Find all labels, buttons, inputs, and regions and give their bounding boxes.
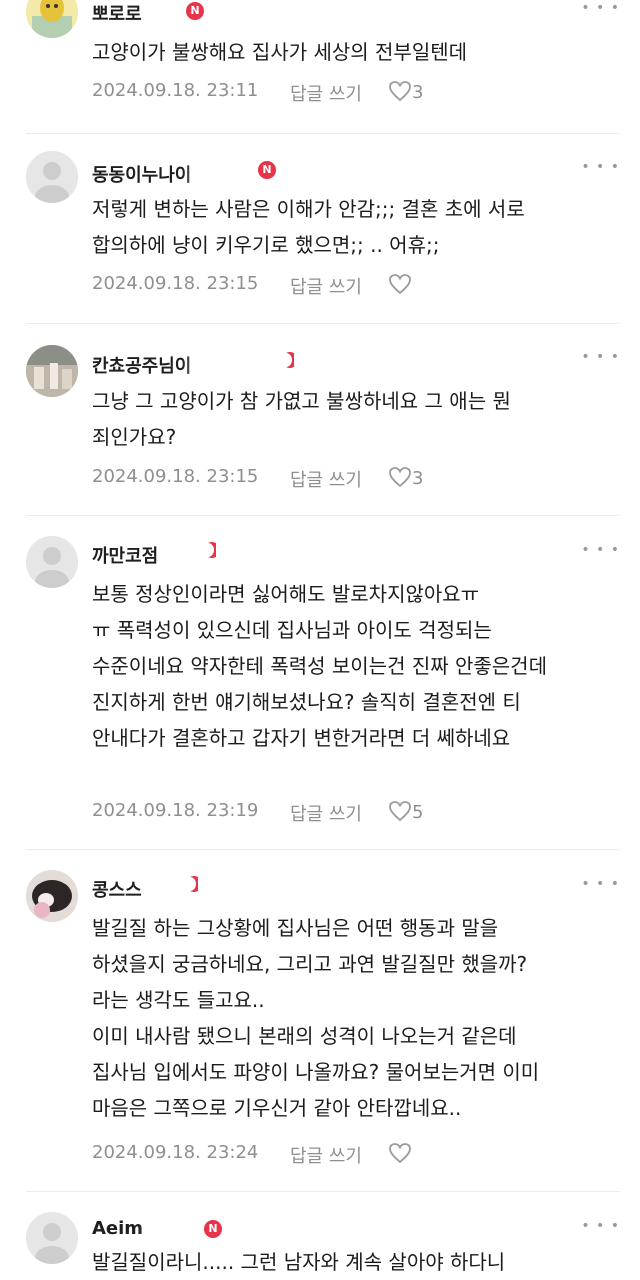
- comment-item: 동동이누나이 N • • • 저렇게 변하는 사람은 이해가 안감;;; 결혼 …: [0, 135, 640, 325]
- reply-button[interactable]: 답글 쓰기: [290, 466, 362, 492]
- nickname[interactable]: 콩스스: [92, 876, 142, 902]
- new-badge-icon: N: [258, 161, 276, 179]
- comment-meta: 2024.09.18. 23:11 답글 쓰기 3: [92, 80, 423, 105]
- comment-date: 2024.09.18. 23:24: [92, 1142, 259, 1163]
- default-avatar-icon: [26, 1212, 78, 1264]
- nickname-blur: [138, 1218, 198, 1240]
- comment-text: 저렇게 변하는 사람은 이해가 안감;;; 결혼 초에 서로 합의하에 냥이 키…: [92, 197, 525, 257]
- heart-outline-icon: [389, 1143, 411, 1164]
- comment-date: 2024.09.18. 23:15: [92, 466, 259, 487]
- avatar[interactable]: [26, 1212, 78, 1264]
- like-button[interactable]: [388, 1142, 412, 1165]
- default-avatar-icon: [26, 151, 78, 203]
- comment-text: 발길질이라니..... 그런 남자와 계속 살아야 하다니: [92, 1250, 506, 1274]
- heart-outline-icon: [389, 81, 411, 102]
- comment-date: 2024.09.18. 23:15: [92, 273, 259, 294]
- like-button[interactable]: [388, 273, 412, 296]
- avatar[interactable]: [26, 536, 78, 588]
- reply-button[interactable]: 답글 쓰기: [290, 800, 362, 826]
- avatar-image: [26, 345, 78, 397]
- new-badge-icon: N: [186, 2, 204, 20]
- comment-item: 콩스스 • • • 발길질 하는 그상황에 집사님은 어떤 행동과 말을 하셨을…: [0, 850, 640, 1192]
- more-dots-icon[interactable]: • • •: [581, 542, 620, 558]
- avatar[interactable]: [26, 870, 78, 922]
- reply-button[interactable]: 답글 쓰기: [290, 80, 362, 106]
- like-count: 5: [412, 802, 424, 823]
- comment-text: 그냥 그 고양이가 참 가엾고 불쌍하네요 그 애는 뭔 죄인가요?: [92, 389, 511, 449]
- comment-item: 칸쵸공주님이 • • • 그냥 그 고양이가 참 가엾고 불쌍하네요 그 애는 …: [0, 325, 640, 516]
- new-badge-icon: N: [204, 1220, 222, 1238]
- divider: [26, 133, 620, 134]
- more-dots-icon[interactable]: • • •: [581, 159, 620, 175]
- comment-date: 2024.09.18. 23:19: [92, 800, 259, 821]
- like-count: 3: [412, 82, 424, 103]
- like-button[interactable]: 5: [388, 800, 423, 823]
- comment-item: 까만코점 • • • 보통 정상인이라면 싫어해도 발로차지않아요ㅠ ㅠ 폭력성…: [0, 516, 640, 850]
- default-avatar-icon: [26, 536, 78, 588]
- reply-button[interactable]: 답글 쓰기: [290, 273, 362, 299]
- nickname[interactable]: 뽀로로: [92, 0, 142, 26]
- heart-outline-icon: [389, 801, 411, 822]
- heart-outline-icon: [389, 274, 411, 295]
- moon-badge-icon: [208, 542, 216, 558]
- avatar-image: [26, 0, 78, 38]
- more-dots-icon[interactable]: • • •: [581, 349, 620, 365]
- avatar[interactable]: [26, 0, 78, 38]
- nickname[interactable]: 까만코점: [92, 542, 158, 568]
- comment-item: Aeim N • • • 발길질이라니..... 그런 남자와 계속 살아야 하…: [0, 1192, 640, 1280]
- comment-text: 고양이가 불쌍해요 집사가 세상의 전부일텐데: [92, 40, 468, 64]
- comment-text: 보통 정상인이라면 싫어해도 발로차지않아요ㅠ ㅠ 폭력성이 있으신데 집사님과…: [92, 582, 547, 750]
- like-button[interactable]: 3: [388, 80, 423, 103]
- comment-text: 발길질 하는 그상황에 집사님은 어떤 행동과 말을 하셨을지 궁금하네요, 그…: [92, 916, 540, 1120]
- nickname-blur: [182, 352, 242, 374]
- divider: [26, 323, 620, 324]
- reply-button[interactable]: 답글 쓰기: [290, 1142, 362, 1168]
- moon-badge-icon: [190, 876, 198, 892]
- comment-meta: 2024.09.18. 23:19 답글 쓰기 5: [92, 800, 423, 825]
- more-dots-icon[interactable]: • • •: [581, 0, 620, 16]
- avatar-image: [26, 870, 78, 922]
- heart-outline-icon: [389, 467, 411, 488]
- more-dots-icon[interactable]: • • •: [581, 1218, 620, 1234]
- avatar[interactable]: [26, 345, 78, 397]
- comment-item: 뽀로로 N • • • 고양이가 불쌍해요 집사가 세상의 전부일텐데 2024…: [0, 0, 640, 135]
- nickname-blur: [182, 161, 242, 183]
- comment-meta: 2024.09.18. 23:15 답글 쓰기 3: [92, 466, 423, 491]
- moon-badge-icon: [286, 352, 294, 368]
- nickname[interactable]: 동동이누나이: [92, 161, 191, 187]
- nickname[interactable]: 칸쵸공주님이: [92, 352, 191, 378]
- avatar[interactable]: [26, 151, 78, 203]
- comment-meta: 2024.09.18. 23:24 답글 쓰기: [92, 1142, 411, 1167]
- comment-date: 2024.09.18. 23:11: [92, 80, 259, 101]
- nickname[interactable]: Aeim: [92, 1218, 143, 1239]
- like-button[interactable]: 3: [388, 466, 423, 489]
- more-dots-icon[interactable]: • • •: [581, 876, 620, 892]
- comment-meta: 2024.09.18. 23:15 답글 쓰기: [92, 273, 411, 298]
- like-count: 3: [412, 468, 424, 489]
